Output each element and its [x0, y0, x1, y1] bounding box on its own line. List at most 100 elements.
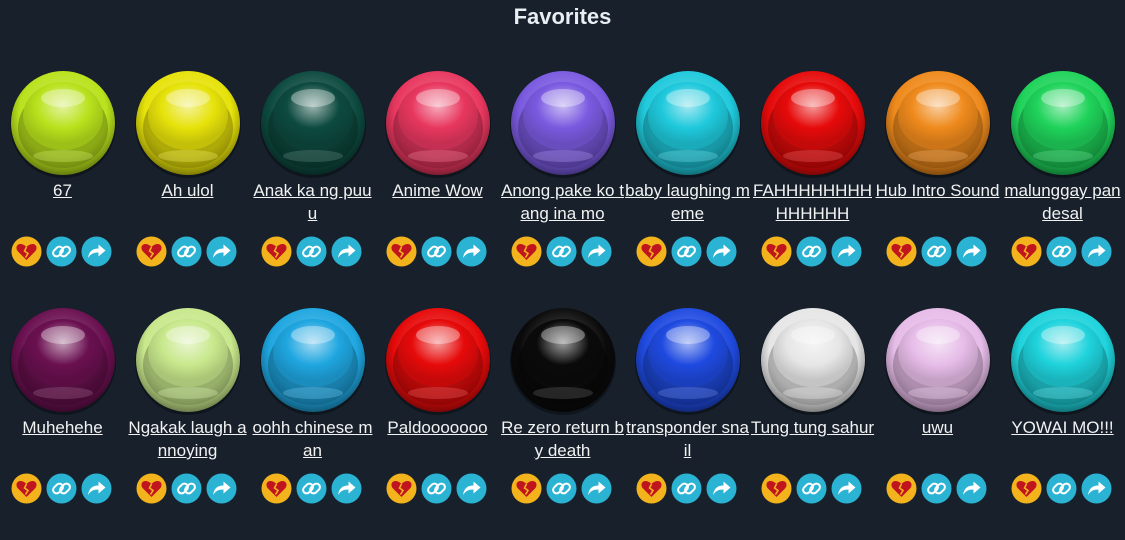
sound-play-button[interactable] — [133, 305, 243, 415]
broken-heart-icon — [511, 236, 542, 267]
sound-title-link[interactable]: Anong pake ko tang ina mo — [500, 179, 625, 225]
share-button[interactable] — [206, 473, 237, 504]
sound-title-link[interactable]: baby laughing meme — [625, 179, 750, 225]
sound-title-link[interactable]: YOWAI MO!!! — [1000, 416, 1125, 439]
favorite-button[interactable] — [761, 236, 792, 267]
share-button[interactable] — [331, 473, 362, 504]
share-button[interactable] — [81, 236, 112, 267]
copy-link-button[interactable] — [671, 236, 702, 267]
copy-link-button[interactable] — [921, 236, 952, 267]
sound-title-link[interactable]: oohh chinese man — [250, 416, 375, 462]
sound-actions — [1011, 473, 1112, 507]
favorite-button[interactable] — [636, 473, 667, 504]
share-button[interactable] — [456, 236, 487, 267]
sound-title-link[interactable]: uwu — [875, 416, 1000, 439]
sound-play-button[interactable] — [8, 68, 118, 178]
sound-play-button[interactable] — [758, 68, 868, 178]
sound-play-button[interactable] — [508, 68, 618, 178]
sound-play-button[interactable] — [258, 68, 368, 178]
sound-title-link[interactable]: transponder snail — [625, 416, 750, 462]
favorite-button[interactable] — [1011, 236, 1042, 267]
copy-link-button[interactable] — [171, 236, 202, 267]
copy-link-button[interactable] — [46, 473, 77, 504]
favorite-button[interactable] — [261, 473, 292, 504]
copy-link-button[interactable] — [296, 236, 327, 267]
sound-title-link[interactable]: FAHHHHHHHHHHHHHH — [750, 179, 875, 225]
broken-heart-icon — [261, 473, 292, 504]
favorite-button[interactable] — [136, 473, 167, 504]
share-button[interactable] — [81, 473, 112, 504]
copy-link-button[interactable] — [46, 236, 77, 267]
broken-heart-icon — [761, 473, 792, 504]
sound-title-link[interactable]: Ngakak laugh annoying — [125, 416, 250, 462]
copy-link-button[interactable] — [796, 473, 827, 504]
sound-play-button[interactable] — [1008, 68, 1118, 178]
copy-link-button[interactable] — [296, 473, 327, 504]
share-button[interactable] — [831, 473, 862, 504]
broken-heart-icon — [11, 473, 42, 504]
share-button[interactable] — [706, 473, 737, 504]
sound-title-link[interactable]: 67 — [0, 179, 125, 202]
share-button[interactable] — [581, 473, 612, 504]
sound-play-button[interactable] — [883, 68, 993, 178]
sound-play-button[interactable] — [508, 305, 618, 415]
favorite-button[interactable] — [11, 473, 42, 504]
favorite-button[interactable] — [1011, 473, 1042, 504]
sound-title-link[interactable]: Hub Intro Sound — [875, 179, 1000, 202]
share-button[interactable] — [581, 236, 612, 267]
favorite-button[interactable] — [636, 236, 667, 267]
copy-link-button[interactable] — [921, 473, 952, 504]
share-button[interactable] — [456, 473, 487, 504]
share-button[interactable] — [331, 236, 362, 267]
favorite-button[interactable] — [11, 236, 42, 267]
copy-link-button[interactable] — [546, 473, 577, 504]
sound-play-button[interactable] — [633, 305, 743, 415]
sound-play-button[interactable] — [1008, 305, 1118, 415]
share-button[interactable] — [956, 236, 987, 267]
sound-title-link[interactable]: Ah ulol — [125, 179, 250, 202]
sound-play-button[interactable] — [883, 305, 993, 415]
share-button[interactable] — [1081, 473, 1112, 504]
share-button[interactable] — [956, 473, 987, 504]
copy-link-button[interactable] — [421, 236, 452, 267]
share-button[interactable] — [831, 236, 862, 267]
copy-link-button[interactable] — [171, 473, 202, 504]
sound-title-link[interactable]: Re zero return by death — [500, 416, 625, 462]
favorite-button[interactable] — [761, 473, 792, 504]
sound-title-link[interactable]: Anime Wow — [375, 179, 500, 202]
link-icon — [171, 473, 202, 504]
sound-play-button[interactable] — [758, 305, 868, 415]
sound-title-link[interactable]: Paldooooooo — [375, 416, 500, 439]
sound-title-link[interactable]: Muhehehe — [0, 416, 125, 439]
copy-link-button[interactable] — [546, 236, 577, 267]
share-button[interactable] — [206, 236, 237, 267]
broken-heart-icon — [136, 236, 167, 267]
sound-title-link[interactable]: Anak ka ng puuu — [250, 179, 375, 225]
favorite-button[interactable] — [136, 236, 167, 267]
favorite-button[interactable] — [511, 236, 542, 267]
favorite-button[interactable] — [261, 236, 292, 267]
favorite-button[interactable] — [511, 473, 542, 504]
copy-link-button[interactable] — [1046, 473, 1077, 504]
share-button[interactable] — [706, 236, 737, 267]
sound-card: oohh chinese man — [250, 303, 375, 540]
favorite-button[interactable] — [886, 236, 917, 267]
sound-play-button[interactable] — [133, 68, 243, 178]
sound-play-button[interactable] — [258, 305, 368, 415]
copy-link-button[interactable] — [421, 473, 452, 504]
copy-link-button[interactable] — [1046, 236, 1077, 267]
sound-play-button[interactable] — [8, 305, 118, 415]
favorite-button[interactable] — [386, 236, 417, 267]
sound-title-link[interactable]: malunggay pandesal — [1000, 179, 1125, 225]
sound-play-button[interactable] — [633, 68, 743, 178]
favorite-button[interactable] — [886, 473, 917, 504]
share-button[interactable] — [1081, 236, 1112, 267]
favorite-button[interactable] — [386, 473, 417, 504]
share-arrow-icon — [206, 473, 237, 504]
share-arrow-icon — [456, 236, 487, 267]
sound-play-button[interactable] — [383, 68, 493, 178]
copy-link-button[interactable] — [796, 236, 827, 267]
sound-title-link[interactable]: Tung tung sahur — [750, 416, 875, 439]
sound-play-button[interactable] — [383, 305, 493, 415]
copy-link-button[interactable] — [671, 473, 702, 504]
